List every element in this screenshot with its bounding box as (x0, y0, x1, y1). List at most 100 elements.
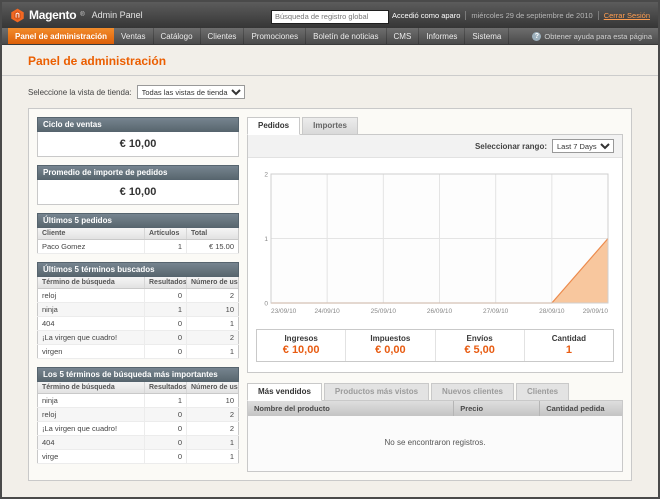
store-view-label: Seleccione la vista de tienda: (28, 88, 132, 97)
table-row[interactable]: reloj02 (38, 408, 239, 422)
table-cell: 0 (145, 408, 187, 422)
top-header: Magento® Admin Panel Accedió como aparo … (2, 2, 658, 28)
tab-importes[interactable]: Importes (302, 117, 358, 135)
last-orders-block: Últimos 5 pedidos ClienteArtículosTotalP… (37, 213, 239, 254)
tab-pedidos[interactable]: Pedidos (247, 117, 300, 135)
chart-wrap: 23/09/1024/09/1025/09/1026/09/1027/09/10… (248, 158, 622, 323)
column-header: Término de búsqueda (38, 277, 145, 289)
orders-tabs: Pedidos Importes (247, 117, 623, 135)
table-cell: 0 (145, 317, 187, 331)
table-cell: 10 (187, 303, 239, 317)
last-search-terms-block: Últimos 5 términos buscados Término de b… (37, 262, 239, 359)
empty-records-message: No se encontraron registros. (248, 416, 622, 471)
nav-item-sales[interactable]: Ventas (114, 28, 153, 44)
tab-mas-vendidos[interactable]: Más vendidos (247, 383, 322, 401)
stat-value: € 0,00 (346, 344, 434, 356)
nav-item-customers[interactable]: Clientes (201, 28, 245, 44)
range-row: Seleccionar rango: Last 7 Days (248, 135, 622, 158)
column-header-qty: Cantidad pedida (540, 401, 622, 416)
table-row[interactable]: ninja110 (38, 303, 239, 317)
store-view-select[interactable]: Todas las vistas de tienda (137, 85, 245, 99)
products-tabs: Más vendidos Productos más vistos Nuevos… (247, 383, 623, 401)
table-row[interactable]: virge01 (38, 450, 239, 464)
range-select[interactable]: Last 7 Days (552, 139, 614, 153)
table-cell: 2 (187, 422, 239, 436)
table-cell: 0 (145, 422, 187, 436)
svg-text:0: 0 (264, 301, 268, 308)
empty-row: No se encontraron registros. (248, 416, 622, 471)
header-row: Término de búsquedaResultadosNúmero de u… (38, 277, 239, 289)
store-switcher: Seleccione la vista de tienda: Todas las… (2, 76, 658, 106)
nav-item-reports[interactable]: Informes (419, 28, 465, 44)
logo-subtitle: Admin Panel (92, 10, 143, 20)
page-title: Panel de administración (2, 45, 658, 75)
main-nav: Panel de administración Ventas Catálogo … (2, 28, 658, 45)
average-orders-block: Promedio de importe de pedidos € 10,00 (37, 165, 239, 205)
header-row: Término de búsquedaResultadosNúmero de u… (38, 382, 239, 394)
stat-value: € 10,00 (257, 344, 345, 356)
column-header-price: Precio (454, 401, 540, 416)
table-cell: 404 (38, 436, 145, 450)
svg-text:25/09/10: 25/09/10 (371, 308, 397, 315)
table-cell: 1 (145, 303, 187, 317)
svg-text:28/09/10: 28/09/10 (539, 308, 565, 315)
last-orders-table: ClienteArtículosTotalPaco Gomez1€ 15.00 (37, 228, 239, 254)
admin-page: Magento® Admin Panel Accedió como aparo … (2, 2, 658, 497)
last-search-terms-table: Término de búsquedaResultadosNúmero de u… (37, 277, 239, 359)
table-cell: ninja (38, 394, 145, 408)
table-row[interactable]: Paco Gomez1€ 15.00 (38, 240, 239, 254)
block-title: Últimos 5 pedidos (37, 213, 239, 228)
tab-clientes[interactable]: Clientes (516, 383, 569, 401)
table-cell: 10 (187, 394, 239, 408)
top-search-terms-table: Término de búsquedaResultadosNúmero de u… (37, 382, 239, 464)
bottom-section: Más vendidos Productos más vistos Nuevos… (247, 383, 623, 472)
table-cell: ¡La virgen que cuadro! (38, 331, 145, 345)
top-search-terms-block: Los 5 términos de búsqueda más important… (37, 367, 239, 464)
magento-logo: Magento® Admin Panel (10, 8, 271, 23)
global-search (271, 6, 389, 24)
nav-item-system[interactable]: Sistema (465, 28, 509, 44)
svg-text:23/09/10: 23/09/10 (271, 308, 297, 315)
table-cell: ninja (38, 303, 145, 317)
help-label: Obtener ayuda para esta página (544, 32, 652, 41)
lifetime-sales-value: € 10,00 (37, 132, 239, 157)
stat-ingresos: Ingresos € 10,00 (257, 330, 345, 361)
page-help-link[interactable]: ? Obtener ayuda para esta página (532, 28, 652, 44)
tab-nuevos-clientes[interactable]: Nuevos clientes (431, 383, 514, 401)
table-row[interactable]: ¡La virgen que cuadro!02 (38, 331, 239, 345)
global-search-input[interactable] (271, 10, 389, 24)
table-cell: virgen (38, 345, 145, 359)
totals-row: Ingresos € 10,00 Impuestos € 0,00 Envíos… (256, 329, 614, 362)
products-table: Nombre del producto Precio Cantidad pedi… (248, 401, 622, 471)
nav-item-cms[interactable]: CMS (387, 28, 420, 44)
help-icon: ? (532, 32, 541, 41)
table-cell: 1 (187, 345, 239, 359)
svg-text:2: 2 (264, 172, 268, 179)
table-row[interactable]: virgen01 (38, 345, 239, 359)
table-cell: 0 (145, 450, 187, 464)
nav-item-promotions[interactable]: Promociones (244, 28, 306, 44)
nav-item-newsletter[interactable]: Boletín de noticias (306, 28, 386, 44)
table-row[interactable]: reloj02 (38, 289, 239, 303)
table-row[interactable]: ¡La virgen que cuadro!02 (38, 422, 239, 436)
table-row[interactable]: 40401 (38, 436, 239, 450)
table-cell: € 15.00 (187, 240, 239, 254)
table-cell: 2 (187, 408, 239, 422)
table-cell: 1 (145, 394, 187, 408)
orders-chart: 23/09/1024/09/1025/09/1026/09/1027/09/10… (256, 166, 614, 316)
stat-label: Ingresos (257, 334, 345, 343)
table-cell: virge (38, 450, 145, 464)
average-orders-value: € 10,00 (37, 180, 239, 205)
table-cell: 0 (145, 289, 187, 303)
nav-item-catalog[interactable]: Catálogo (154, 28, 201, 44)
table-cell: 1 (187, 436, 239, 450)
products-header-row: Nombre del producto Precio Cantidad pedi… (248, 401, 622, 416)
magento-logo-icon (10, 8, 25, 23)
logout-link[interactable]: Cerrar Sesión (598, 11, 650, 20)
tab-productos-mas-vistos[interactable]: Productos más vistos (324, 383, 429, 401)
nav-item-dashboard[interactable]: Panel de administración (8, 28, 114, 44)
header-row: ClienteArtículosTotal (38, 228, 239, 240)
table-row[interactable]: 40401 (38, 317, 239, 331)
table-cell: 2 (187, 289, 239, 303)
table-row[interactable]: ninja110 (38, 394, 239, 408)
